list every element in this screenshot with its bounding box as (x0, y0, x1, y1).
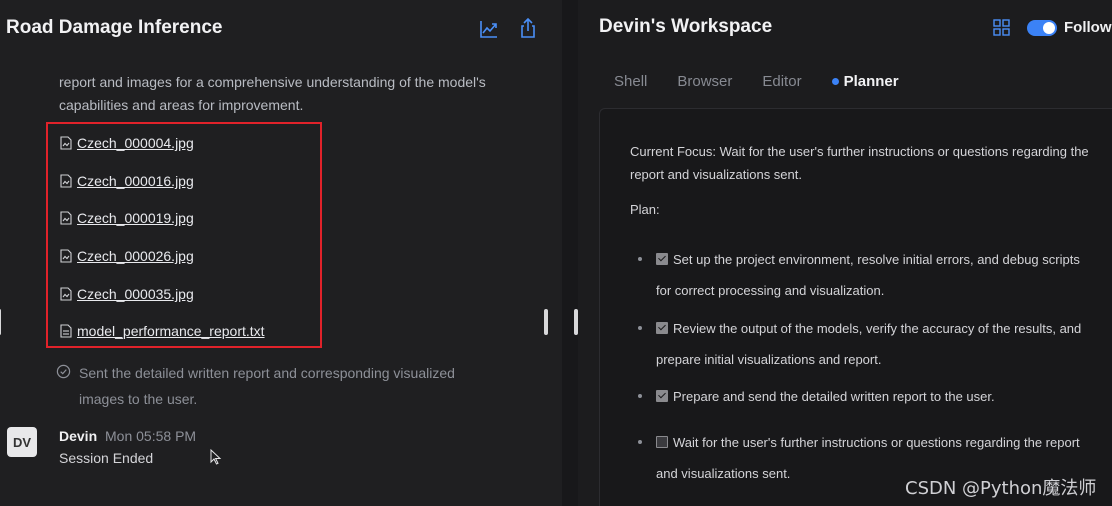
scrollbar-handle[interactable] (544, 309, 548, 335)
file-name: Czech_000016.jpg (77, 173, 194, 189)
plan-item: Review the output of the models, verify … (638, 313, 1088, 375)
image-file-icon (60, 249, 72, 263)
file-link[interactable]: model_performance_report.txt (60, 321, 265, 341)
file-name: Czech_000035.jpg (77, 286, 194, 302)
text-file-icon (60, 324, 72, 338)
file-link[interactable]: Czech_000004.jpg (60, 133, 194, 153)
check-circle-icon (56, 364, 71, 379)
highlight-box (46, 122, 322, 348)
plan-item: Prepare and send the detailed written re… (638, 381, 1088, 412)
bullet-icon (638, 394, 642, 398)
avatar: DV (7, 427, 37, 457)
bullet-icon (638, 257, 642, 261)
bullet-icon (638, 326, 642, 330)
chat-panel: Road Damage Inference report and images … (0, 0, 562, 506)
bullet-icon (638, 440, 642, 444)
plan-label: Plan: (630, 202, 660, 217)
plan-item-text: Prepare and send the detailed written re… (673, 389, 995, 404)
share-icon[interactable] (517, 17, 539, 39)
checkbox[interactable] (656, 390, 668, 402)
follow-toggle[interactable] (1027, 20, 1057, 36)
file-link[interactable]: Czech_000026.jpg (60, 246, 194, 266)
session-status: Session Ended (59, 450, 154, 466)
checkbox[interactable] (656, 322, 668, 334)
tab-planner-label: Planner (843, 73, 899, 90)
watermark: CSDN @Python魔法师 (905, 478, 1097, 499)
file-name: Czech_000004.jpg (77, 135, 194, 151)
tab-planner[interactable]: Planner (831, 73, 899, 90)
file-name: model_performance_report.txt (77, 323, 265, 339)
file-name: Czech_000026.jpg (77, 248, 194, 264)
mouse-cursor-icon (210, 449, 222, 465)
plan-item: Set up the project environment, resolve … (638, 244, 1088, 306)
file-link[interactable]: Czech_000019.jpg (60, 208, 194, 228)
tab-browser[interactable]: Browser (677, 73, 732, 90)
workspace-panel: Devin's Workspace Followi Shell Browser … (578, 0, 1112, 506)
author-name: Devin (59, 428, 98, 444)
tab-editor[interactable]: Editor (762, 73, 801, 90)
checkbox[interactable] (656, 253, 668, 265)
plan-item-text: Set up the project environment, resolve … (656, 252, 1080, 298)
line-chart-icon[interactable] (478, 18, 500, 40)
file-name: Czech_000019.jpg (77, 210, 194, 226)
tab-shell[interactable]: Shell (614, 73, 647, 90)
resize-handle[interactable] (0, 309, 1, 335)
assistant-message-text: report and images for a comprehensive un… (59, 74, 486, 113)
workspace-title: Devin's Workspace (599, 16, 773, 37)
panel-divider[interactable] (562, 0, 578, 506)
message-header: Devin Mon 05:58 PM (59, 428, 196, 444)
checkbox[interactable] (656, 436, 668, 448)
image-file-icon (60, 136, 72, 150)
active-dot-icon (831, 78, 839, 85)
sent-status: Sent the detailed written report and cor… (56, 360, 476, 412)
current-focus: Current Focus: Wait for the user's furth… (630, 144, 1089, 182)
image-file-icon (60, 174, 72, 188)
sent-status-text: Sent the detailed written report and cor… (79, 365, 455, 407)
file-link[interactable]: Czech_000016.jpg (60, 171, 194, 191)
message-time: Mon 05:58 PM (105, 428, 197, 444)
workspace-tabs: Shell Browser Editor Planner (614, 73, 929, 90)
plan-item-text: Review the output of the models, verify … (656, 321, 1082, 367)
grid-icon[interactable] (993, 19, 1010, 36)
planner-card: Current Focus: Wait for the user's furth… (599, 108, 1112, 506)
file-link[interactable]: Czech_000035.jpg (60, 284, 194, 304)
image-file-icon (60, 287, 72, 301)
image-file-icon (60, 211, 72, 225)
chat-title: Road Damage Inference (6, 17, 223, 38)
follow-label: Followi (1064, 19, 1112, 36)
